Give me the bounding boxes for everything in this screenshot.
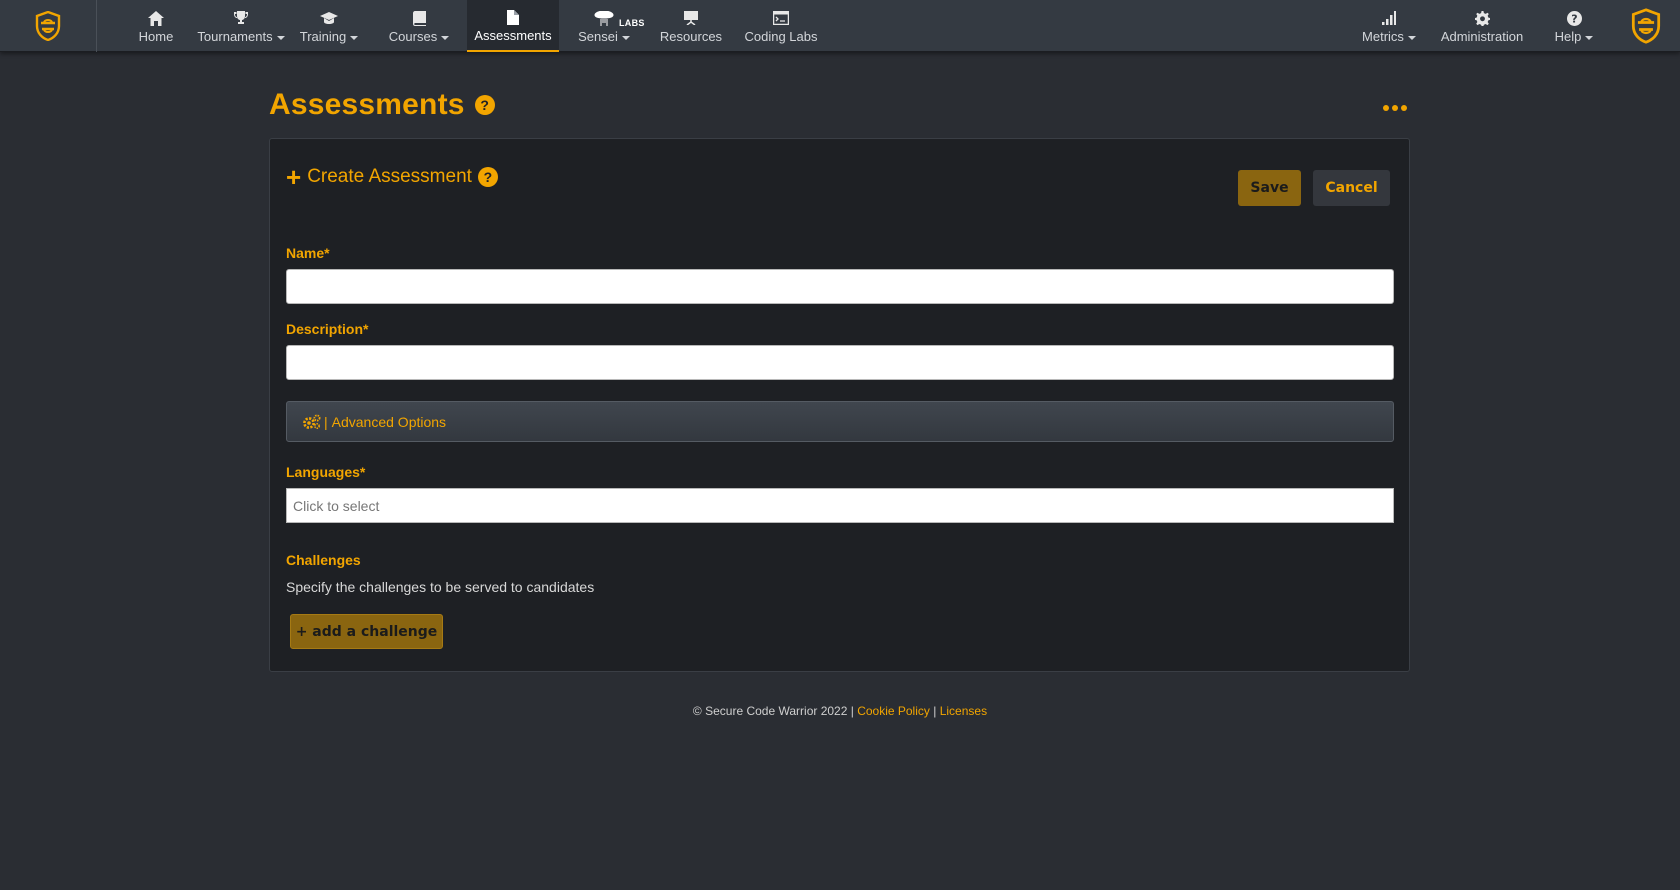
challenges-label: Challenges [286,552,361,568]
create-assessment-panel: + Create Assessment ? Save Cancel Name* … [269,138,1410,672]
help-icon[interactable]: ? [474,95,495,115]
footer-separator: | [933,704,937,718]
caret-down-icon [1407,35,1416,40]
book-icon [412,10,426,26]
nav-help-label: Help [1554,29,1582,44]
home-icon [148,10,164,26]
question-circle-icon: ? [1566,10,1582,26]
nav-coding-labs-label: Coding Labs [744,29,818,44]
caret-down-icon [1585,35,1594,40]
languages-label: Languages* [286,464,366,480]
page-header: Assessments ? [269,88,495,122]
advanced-options-label: Advanced Options [331,413,447,430]
separator: | [324,413,328,430]
nav-training[interactable]: Training [287,0,371,52]
brand-logo[interactable] [0,0,97,52]
nav-sensei-label: Sensei [578,29,618,44]
company-logo [1612,0,1680,51]
languages-placeholder: Click to select [293,497,380,514]
footer: © Secure Code Warrior 2022 | Cookie Poli… [0,704,1680,718]
page-title: Assessments [269,88,465,121]
nav-assessments[interactable]: Assessments [467,0,559,52]
nav-resources[interactable]: Resources [649,0,733,52]
add-challenge-button[interactable]: + add a challenge [290,614,443,649]
gear-icon [1474,10,1490,26]
top-navbar: Home Tournaments Training Courses Assess… [0,0,1680,52]
name-label: Name* [286,245,330,261]
nav-home-label: Home [138,29,174,44]
code-window-icon [773,11,789,25]
trophy-icon [234,11,248,24]
caret-down-icon [441,35,450,40]
svg-text:?: ? [1571,12,1577,25]
nav-help[interactable]: ? Help [1536,0,1612,52]
licenses-link[interactable]: Licenses [940,704,987,718]
description-field[interactable] [286,345,1394,380]
signal-bars-icon [1382,11,1396,25]
more-options-icon[interactable] [1383,102,1407,114]
caret-down-icon [350,35,359,40]
graduation-cap-icon [320,11,338,24]
advanced-options-toggle[interactable]: | Advanced Options [286,401,1394,442]
nav-tournaments-label: Tournaments [197,29,273,44]
file-icon [507,9,519,25]
nav-training-label: Training [299,29,347,44]
caret-down-icon [276,35,285,40]
save-button[interactable]: Save [1238,170,1301,206]
sensei-icon [594,10,614,26]
shield-logo-icon [35,11,61,41]
nav-sensei[interactable]: LABS Sensei [559,0,649,52]
nav-metrics[interactable]: Metrics [1350,0,1428,52]
plus-icon: + [286,162,302,192]
description-label: Description* [286,321,369,337]
shield-logo-icon [1631,7,1661,44]
nav-home[interactable]: Home [117,0,195,52]
nav-assessments-label: Assessments [474,28,552,43]
panel-title-text: Create Assessment [307,166,472,187]
panel-title: + Create Assessment ? [286,162,498,192]
languages-select[interactable]: Click to select [286,488,1394,523]
cogs-icon [303,414,321,429]
name-field[interactable] [286,269,1394,304]
nav-administration-label: Administration [1440,29,1524,44]
nav-resources-label: Resources [659,29,723,44]
nav-metrics-label: Metrics [1362,29,1404,44]
presentation-icon [684,11,698,25]
copyright-text: © Secure Code Warrior 2022 | [692,704,854,718]
cookie-policy-link[interactable]: Cookie Policy [857,704,930,718]
challenges-description: Specify the challenges to be served to c… [286,579,595,595]
caret-down-icon [621,35,630,40]
nav-tournaments[interactable]: Tournaments [195,0,287,52]
cancel-button[interactable]: Cancel [1313,170,1390,206]
nav-courses[interactable]: Courses [371,0,467,52]
nav-courses-label: Courses [388,29,438,44]
nav-administration[interactable]: Administration [1428,0,1536,52]
help-icon[interactable]: ? [477,167,498,187]
nav-coding-labs[interactable]: Coding Labs [733,0,829,52]
labs-badge: LABS [619,18,645,28]
